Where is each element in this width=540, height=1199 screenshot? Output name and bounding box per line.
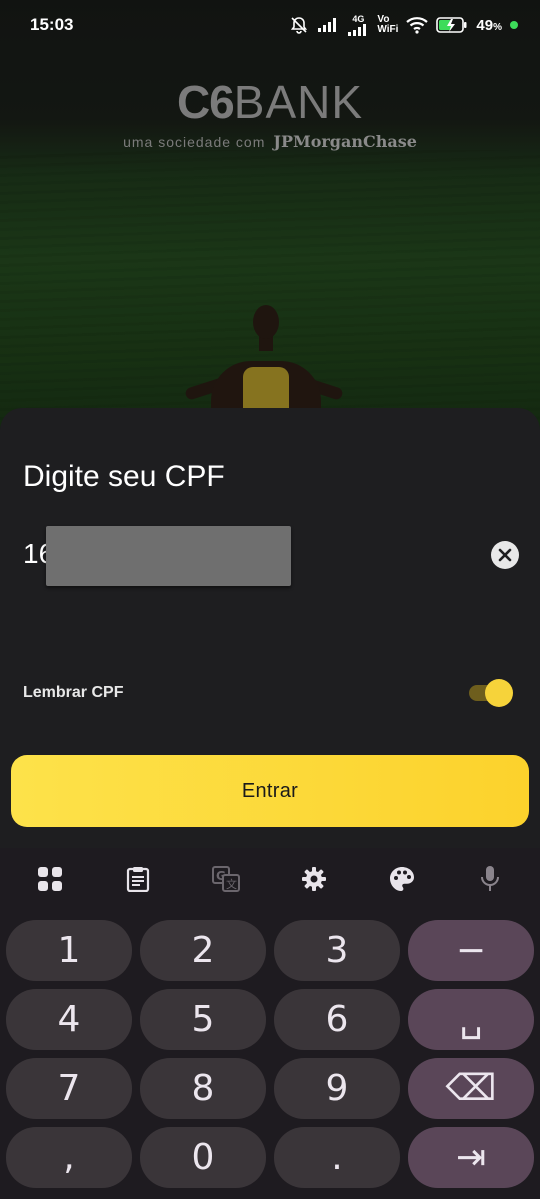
settings-icon[interactable] [294, 859, 334, 899]
mic-icon[interactable] [470, 859, 510, 899]
key-5[interactable]: 5 [140, 989, 266, 1050]
battery-percent: 49% [476, 16, 502, 34]
key-minus[interactable]: − [408, 920, 534, 981]
cpf-input[interactable]: 16 [23, 526, 519, 586]
signal-icon [317, 17, 339, 33]
key-period[interactable]: . [274, 1127, 400, 1188]
signal-4g-icon: 4G [347, 13, 369, 36]
status-time: 15:03 [30, 15, 74, 34]
volte-wifi-icon: Vo WiFi [377, 14, 399, 35]
clipboard-icon[interactable] [118, 859, 158, 899]
partner-logo: JPMorganChase [273, 132, 417, 151]
privacy-indicator-dot [510, 21, 518, 29]
numeric-keyboard: G文 1 2 3 − 4 5 6 ␣ 7 8 9 ⌫ , 0 . ⇥ [0, 848, 540, 1199]
keypad: 1 2 3 − 4 5 6 ␣ 7 8 9 ⌫ , 0 . ⇥ [6, 920, 534, 1188]
logo-c6: C6 [176, 76, 235, 128]
mute-bell-icon [289, 15, 309, 35]
close-icon [498, 548, 512, 562]
translate-icon[interactable]: G文 [206, 859, 246, 899]
redaction-overlay [46, 526, 291, 586]
clear-input-button[interactable] [491, 541, 519, 569]
svg-text:文: 文 [226, 877, 237, 891]
key-0[interactable]: 0 [140, 1127, 266, 1188]
key-4[interactable]: 4 [6, 989, 132, 1050]
key-6[interactable]: 6 [274, 989, 400, 1050]
keyboard-toolbar: G文 [0, 848, 540, 910]
key-9[interactable]: 9 [274, 1058, 400, 1119]
key-next[interactable]: ⇥ [408, 1127, 534, 1188]
key-comma[interactable]: , [6, 1127, 132, 1188]
wifi-icon [406, 16, 429, 34]
battery-icon [436, 16, 468, 34]
key-7[interactable]: 7 [6, 1058, 132, 1119]
status-icons: 4G Vo WiFi 49% [289, 13, 518, 36]
key-space[interactable]: ␣ [408, 989, 534, 1050]
tagline-text: uma sociedade com [123, 134, 266, 150]
remember-cpf-label: Lembrar CPF [23, 684, 124, 701]
key-8[interactable]: 8 [140, 1058, 266, 1119]
status-bar: 15:03 4G Vo WiFi 49% [0, 0, 540, 50]
hero-background [0, 0, 540, 440]
key-1[interactable]: 1 [6, 920, 132, 981]
network-label: 4G [352, 13, 365, 24]
key-3[interactable]: 3 [274, 920, 400, 981]
key-backspace[interactable]: ⌫ [408, 1058, 534, 1119]
key-2[interactable]: 2 [140, 920, 266, 981]
enter-button[interactable]: Entrar [11, 755, 529, 827]
logo-bank: BANK [233, 76, 364, 128]
c6-bank-logo: C6BANK uma sociedade com JPMorganChase [0, 78, 540, 151]
page-title: Digite seu CPF [23, 460, 225, 493]
palette-icon[interactable] [382, 859, 422, 899]
remember-cpf-toggle[interactable] [469, 679, 513, 707]
apps-icon[interactable] [30, 859, 70, 899]
logo-tagline: uma sociedade com JPMorganChase [0, 132, 540, 151]
login-sheet: Digite seu CPF 16 Lembrar CPF Entrar [0, 408, 540, 848]
